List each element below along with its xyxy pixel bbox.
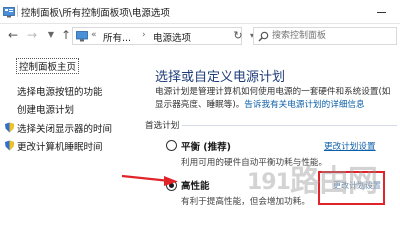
details-link[interactable]: 告诉我有关电源计划的详细信息 [244,100,364,110]
shield-icon [5,122,14,133]
sidebar-item-create-plan[interactable]: 创建电源计划 [17,102,74,116]
title-bar: 控制面板\所有控制面板项\电源选项 [0,0,400,24]
search-box[interactable] [253,27,397,45]
watermark-text: 路由网 [289,164,378,199]
address-bar[interactable]: « 所有... › 电源选项 [72,27,242,45]
plan-balanced-settings-link[interactable]: 更改计划设置 [324,140,376,152]
breadcrumb-all-items[interactable]: 所有... [103,30,131,44]
back-arrow-icon[interactable]: ← [5,27,21,43]
title-separator [17,5,18,17]
search-icon [258,31,269,42]
window-title: 控制面板\所有控制面板项\电源选项 [21,8,170,19]
sidebar-home-link[interactable]: 控制面板主页 [16,58,80,74]
navigation-bar: ← → ▼ ↑ « 所有... › 电源选项 ↻ ▾ [0,25,400,47]
plan-high-performance-name[interactable]: 高性能 [181,178,210,192]
plan-balanced-radio[interactable] [166,140,177,151]
control-panel-icon [76,31,88,42]
breadcrumb-chevron-icon: › [142,30,146,40]
annotation-arrow-icon [121,174,178,186]
sidebar-item-display-off[interactable]: 选择关闭显示器的时间 [17,121,112,135]
section-divider [182,125,397,126]
breadcrumb-chevron-icon: « [91,30,97,40]
recent-locations-chevron-icon[interactable]: ▼ [43,27,59,43]
shield-icon [5,140,14,151]
watermark-logo: 191路由网 [247,156,378,200]
refresh-icon[interactable]: ↻ [231,29,245,43]
watermark-digits: 191 [247,170,291,195]
sidebar-item-power-button[interactable]: 选择电源按钮的功能 [17,84,103,98]
breadcrumb-power-options[interactable]: 电源选项 [153,30,191,44]
page-description: 电源计划是管理计算机如何使用电源的一套硬件和系统设置(如显示器亮度、睡眠等)。告… [155,86,397,111]
sidebar-item-sleep-time[interactable]: 更改计算机睡眠时间 [17,139,103,153]
control-panel-icon [3,7,15,18]
plan-balanced-name[interactable]: 平衡 (推荐) [181,139,231,153]
preferred-plans-label: 首选计划 [145,121,180,131]
search-input[interactable] [272,28,392,44]
minimize-button[interactable] [369,3,393,19]
page-title: 选择或自定义电源计划 [155,70,286,85]
forward-arrow-icon[interactable]: → [24,27,40,43]
